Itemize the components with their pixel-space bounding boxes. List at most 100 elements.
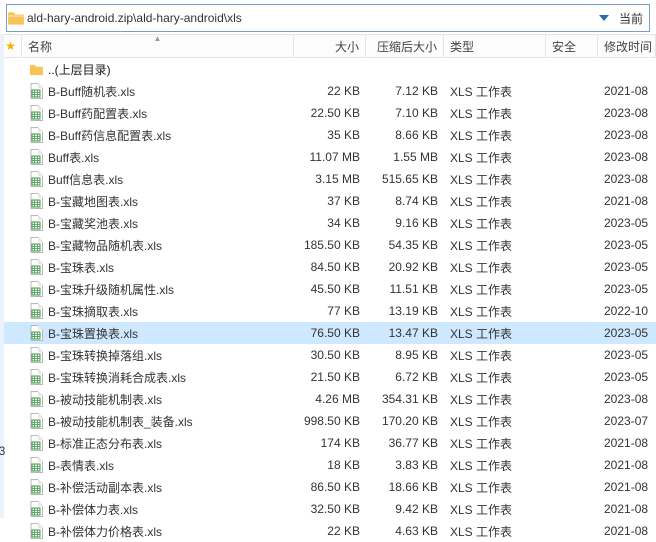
type-cell: XLS 工作表	[444, 193, 546, 210]
table-row[interactable]: B-表情表.xls18 KB3.83 KBXLS 工作表2021-08	[0, 454, 656, 476]
table-row[interactable]: B-宝珠转换掉落组.xls30.50 KB8.95 KBXLS 工作表2023-…	[0, 344, 656, 366]
sort-indicator-icon: ▲	[154, 35, 162, 43]
file-name: B-补偿活动副本表.xls	[48, 479, 162, 496]
header-mtime[interactable]: 修改时间	[598, 35, 656, 57]
name-cell: B-宝珠升级随机属性.xls	[22, 281, 294, 298]
table-row[interactable]: B-宝藏物品随机表.xls185.50 KB54.35 KBXLS 工作表202…	[0, 234, 656, 256]
file-name: B-宝珠置换表.xls	[48, 325, 138, 342]
mtime-cell: 2021-08	[598, 436, 656, 450]
xls-file-icon	[28, 215, 44, 231]
name-cell: B-标准正态分布表.xls	[22, 435, 294, 452]
packed-cell: 1.55 MB	[366, 150, 444, 164]
size-cell: 86.50 KB	[294, 480, 366, 494]
type-cell: XLS 工作表	[444, 171, 546, 188]
packed-cell: 11.51 KB	[366, 282, 444, 296]
packed-cell: 8.74 KB	[366, 194, 444, 208]
table-row[interactable]: B-Buff药信息配置表.xls35 KB8.66 KBXLS 工作表2023-…	[0, 124, 656, 146]
xls-file-icon	[28, 413, 44, 429]
table-row[interactable]: B-宝珠转换消耗合成表.xls21.50 KB6.72 KBXLS 工作表202…	[0, 366, 656, 388]
mtime-cell: 2023-05	[598, 370, 656, 384]
packed-cell: 354.31 KB	[366, 392, 444, 406]
table-row[interactable]: B-宝藏地图表.xls37 KB8.74 KBXLS 工作表2021-08	[0, 190, 656, 212]
mtime-cell: 2023-05	[598, 216, 656, 230]
xls-file-icon	[28, 193, 44, 209]
table-row[interactable]: B-宝珠表.xls84.50 KB20.92 KBXLS 工作表2023-05	[0, 256, 656, 278]
size-cell: 22 KB	[294, 84, 366, 98]
header-type-label: 类型	[450, 38, 474, 55]
mtime-cell: 2021-08	[598, 524, 656, 538]
size-cell: 185.50 KB	[294, 238, 366, 252]
name-cell: ..(上层目录)	[22, 61, 294, 78]
table-row[interactable]: B-补偿活动副本表.xls86.50 KB18.66 KBXLS 工作表2021…	[0, 476, 656, 498]
type-cell: XLS 工作表	[444, 127, 546, 144]
header-safe[interactable]: 安全	[546, 35, 598, 57]
xls-file-icon	[28, 259, 44, 275]
file-name: B-宝珠摘取表.xls	[48, 303, 138, 320]
header-packed[interactable]: 压缩后大小	[366, 35, 444, 57]
size-cell: 34 KB	[294, 216, 366, 230]
file-name: ..(上层目录)	[48, 61, 111, 78]
table-row[interactable]: B-宝藏奖池表.xls34 KB9.16 KBXLS 工作表2023-05	[0, 212, 656, 234]
table-row[interactable]: B-被动技能机制表.xls4.26 MB354.31 KBXLS 工作表2023…	[0, 388, 656, 410]
parent-dir-row[interactable]: ..(上层目录)	[0, 58, 656, 80]
xls-file-icon	[28, 171, 44, 187]
size-cell: 35 KB	[294, 128, 366, 142]
size-cell: 76.50 KB	[294, 326, 366, 340]
mtime-cell: 2023-05	[598, 260, 656, 274]
name-cell: B-宝珠转换消耗合成表.xls	[22, 369, 294, 386]
packed-cell: 515.65 KB	[366, 172, 444, 186]
size-cell: 22.50 KB	[294, 106, 366, 120]
packed-cell: 8.66 KB	[366, 128, 444, 142]
file-name: Buff信息表.xls	[48, 171, 123, 188]
address-bar[interactable]: ald-hary-android.zip\ald-hary-android\xl…	[6, 4, 650, 32]
xls-file-icon	[28, 83, 44, 99]
file-name: B-补偿体力价格表.xls	[48, 523, 162, 540]
name-cell: B-补偿体力价格表.xls	[22, 523, 294, 540]
table-row[interactable]: B-宝珠置换表.xls76.50 KB13.47 KBXLS 工作表2023-0…	[0, 322, 656, 344]
folder-icon	[7, 10, 25, 26]
mtime-cell: 2021-08	[598, 84, 656, 98]
table-row[interactable]: Buff表.xls11.07 MB1.55 MBXLS 工作表2023-08	[0, 146, 656, 168]
packed-cell: 3.83 KB	[366, 458, 444, 472]
size-cell: 11.07 MB	[294, 150, 366, 164]
file-name: B-宝藏奖池表.xls	[48, 215, 138, 232]
file-name: B-Buff随机表.xls	[48, 83, 135, 100]
mtime-cell: 2023-05	[598, 238, 656, 252]
type-cell: XLS 工作表	[444, 413, 546, 430]
table-row[interactable]: B-Buff随机表.xls22 KB7.12 KBXLS 工作表2021-08	[0, 80, 656, 102]
name-cell: B-宝珠置换表.xls	[22, 325, 294, 342]
header-safe-label: 安全	[552, 38, 576, 55]
table-row[interactable]: B-标准正态分布表.xls174 KB36.77 KBXLS 工作表2021-0…	[0, 432, 656, 454]
name-cell: B-Buff随机表.xls	[22, 83, 294, 100]
name-cell: B-被动技能机制表_装备.xls	[22, 413, 294, 430]
mtime-cell: 2023-05	[598, 282, 656, 296]
packed-cell: 36.77 KB	[366, 436, 444, 450]
header-type[interactable]: 类型	[444, 35, 546, 57]
table-row[interactable]: B-Buff药配置表.xls22.50 KB7.10 KBXLS 工作表2023…	[0, 102, 656, 124]
header-size[interactable]: 大小	[294, 35, 366, 57]
name-cell: B-宝珠表.xls	[22, 259, 294, 276]
packed-cell: 18.66 KB	[366, 480, 444, 494]
size-cell: 84.50 KB	[294, 260, 366, 274]
table-row[interactable]: B-宝珠摘取表.xls77 KB13.19 KBXLS 工作表2022-10	[0, 300, 656, 322]
address-dropdown[interactable]	[595, 15, 613, 21]
header-mtime-label: 修改时间	[604, 38, 652, 55]
file-name: B-补偿体力表.xls	[48, 501, 138, 518]
table-row[interactable]: Buff信息表.xls3.15 MB515.65 KBXLS 工作表2023-0…	[0, 168, 656, 190]
table-row[interactable]: B-补偿体力价格表.xls22 KB4.63 KBXLS 工作表2021-08	[0, 520, 656, 542]
table-row[interactable]: B-被动技能机制表_装备.xls998.50 KB170.20 KBXLS 工作…	[0, 410, 656, 432]
type-cell: XLS 工作表	[444, 149, 546, 166]
type-cell: XLS 工作表	[444, 457, 546, 474]
name-cell: B-补偿体力表.xls	[22, 501, 294, 518]
name-cell: Buff信息表.xls	[22, 171, 294, 188]
size-cell: 18 KB	[294, 458, 366, 472]
xls-file-icon	[28, 457, 44, 473]
xls-file-icon	[28, 369, 44, 385]
xls-file-icon	[28, 479, 44, 495]
mtime-cell: 2021-08	[598, 458, 656, 472]
table-row[interactable]: B-宝珠升级随机属性.xls45.50 KB11.51 KBXLS 工作表202…	[0, 278, 656, 300]
table-row[interactable]: B-补偿体力表.xls32.50 KB9.42 KBXLS 工作表2021-08	[0, 498, 656, 520]
packed-cell: 170.20 KB	[366, 414, 444, 428]
type-cell: XLS 工作表	[444, 83, 546, 100]
header-name[interactable]: ▲ 名称	[22, 35, 294, 57]
